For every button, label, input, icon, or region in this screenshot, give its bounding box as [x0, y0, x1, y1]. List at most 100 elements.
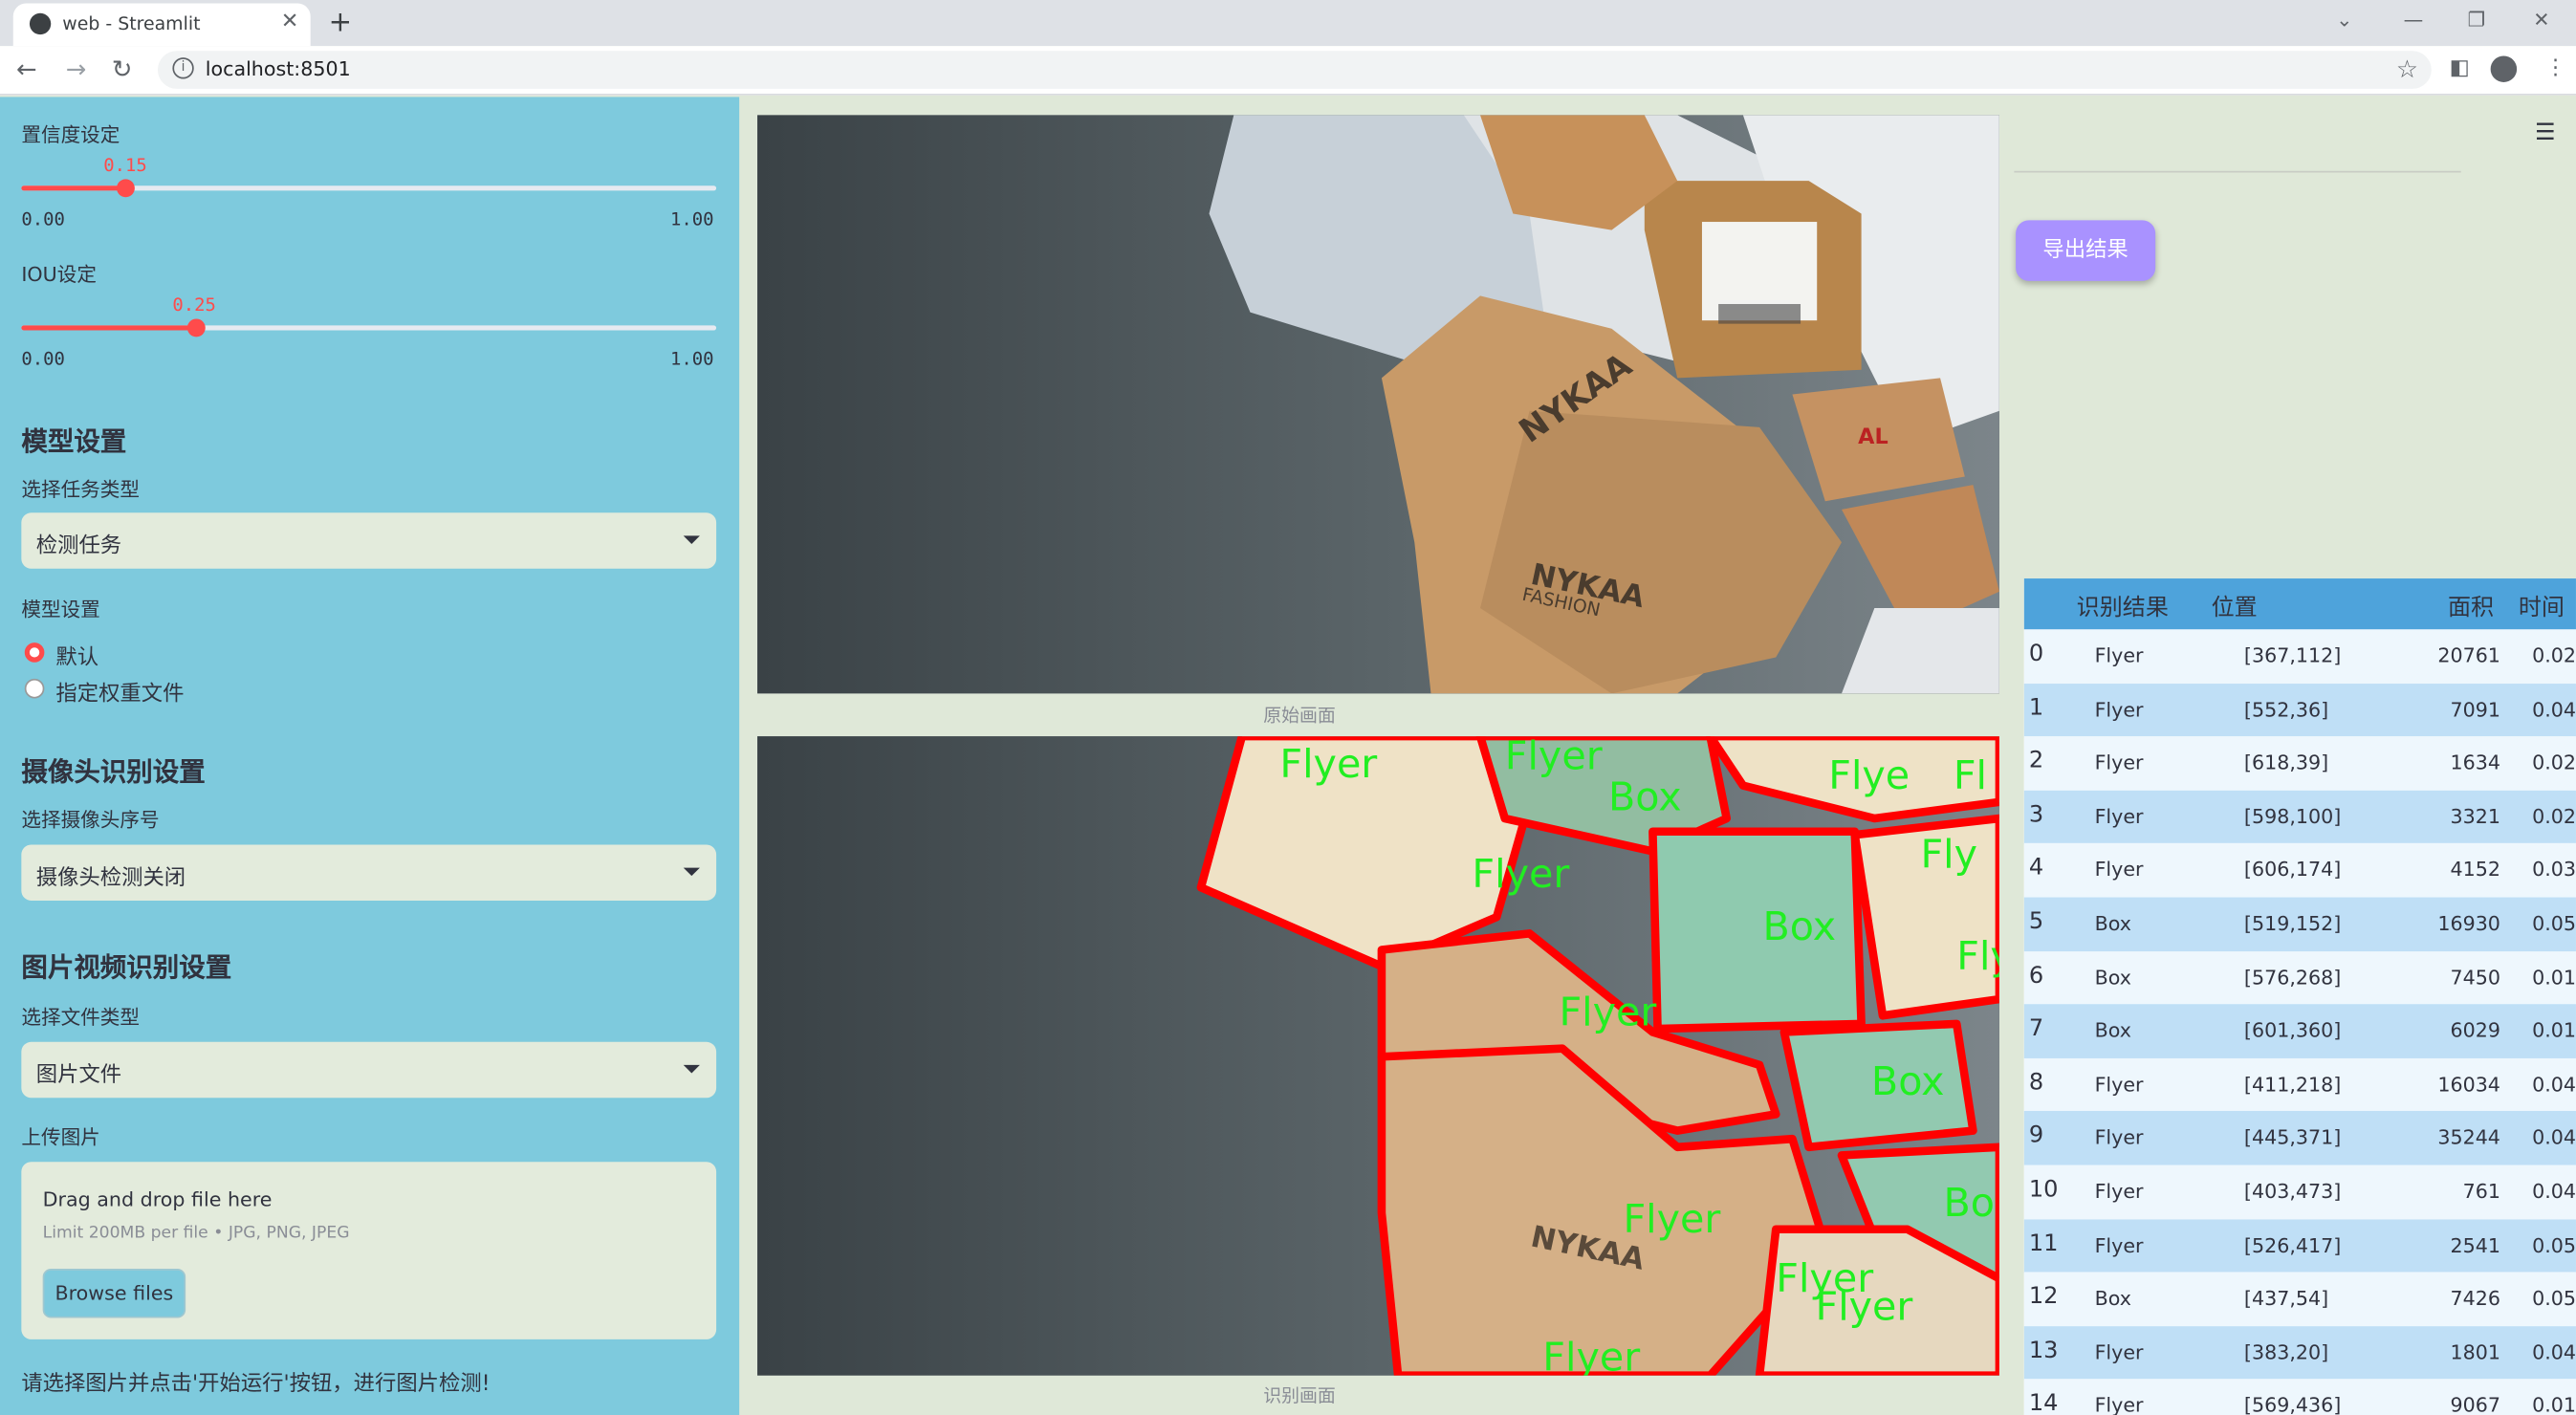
confidence-max: 1.00 — [669, 208, 714, 230]
cell-result: Flyer — [2094, 751, 2144, 774]
cell-position: [411,218] — [2243, 1073, 2342, 1097]
minimize-icon[interactable]: — — [2404, 9, 2424, 32]
cell-index: 6 — [2028, 962, 2044, 990]
camera-select-value: 摄像头检测关闭 — [35, 865, 186, 891]
radio-default[interactable] — [24, 642, 45, 663]
table-row[interactable]: 5 Box [519,152] 16930 0.05 — [2023, 897, 2576, 952]
reload-icon[interactable]: ↻ — [112, 54, 133, 84]
original-image: NYKAA NYKAA FASHION AL — [757, 115, 1999, 694]
cell-position: [601,360] — [2243, 1019, 2342, 1043]
table-row[interactable]: 2 Flyer [618,39] 1634 0.02 — [2023, 736, 2576, 792]
media-section-title: 图片视频识别设置 — [21, 951, 232, 983]
table-row[interactable]: 4 Flyer [606,174] 4152 0.03 — [2023, 843, 2576, 899]
cell-area: 16034 — [2437, 1073, 2500, 1097]
results-table[interactable]: 识别结果 位置 面积 时间 0 Flyer [367,112] 20761 0.02 1 F… — [2023, 578, 2576, 1415]
cell-time: 0.04 — [2532, 1126, 2576, 1150]
cell-position: [552,36] — [2243, 697, 2329, 721]
iou-slider-thumb[interactable] — [186, 318, 206, 337]
star-icon[interactable]: ☆ — [2396, 54, 2418, 84]
confidence-label: 置信度设定 — [21, 122, 120, 146]
file-type-select[interactable]: 图片文件 — [21, 1041, 717, 1099]
cell-result: Flyer — [2094, 1073, 2144, 1097]
detection-label-2: Flyer — [1505, 736, 1603, 778]
upload-label: 上传图片 — [21, 1125, 100, 1149]
cell-time: 0.04 — [2532, 1073, 2576, 1097]
cell-area: 1801 — [2450, 1340, 2500, 1364]
instruction-text: 请选择图片并点击'开始运行'按钮，进行图片检测! — [21, 1372, 491, 1398]
chevron-down-icon[interactable]: ⌄ — [2336, 9, 2352, 32]
back-arrow-icon[interactable]: ← — [16, 54, 37, 84]
radio-default-label[interactable]: 默认 — [55, 640, 98, 671]
task-type-select[interactable]: 检测任务 — [21, 512, 717, 569]
cell-area: 761 — [2462, 1180, 2500, 1204]
export-results-button[interactable]: 导出结果 — [2016, 220, 2156, 281]
table-row[interactable]: 13 Flyer [383,20] 1801 0.04 — [2023, 1325, 2576, 1381]
cell-position: [445,371] — [2243, 1126, 2342, 1150]
cell-time: 0.01 — [2532, 1019, 2576, 1043]
iou-slider-fill — [21, 325, 196, 331]
window-close-icon[interactable]: ✕ — [2533, 9, 2549, 32]
restore-icon[interactable]: ❐ — [2468, 9, 2485, 32]
radio-custom-weights[interactable] — [24, 678, 45, 699]
plus-icon[interactable]: + — [329, 7, 352, 39]
forward-arrow-icon[interactable]: → — [66, 54, 87, 84]
sidepanel-icon[interactable]: ◧ — [2450, 55, 2470, 80]
table-row[interactable]: 1 Flyer [552,36] 7091 0.04 — [2023, 683, 2576, 738]
table-header: 识别结果 位置 面积 时间 — [2023, 578, 2576, 630]
iou-max: 1.00 — [669, 348, 714, 370]
close-icon[interactable]: ✕ — [281, 10, 299, 34]
detection-label-3: Box — [1608, 773, 1682, 819]
dropzone-limit: Limit 200MB per file • JPG, PNG, JPEG — [42, 1224, 350, 1243]
browse-files-button[interactable]: Browse files — [42, 1268, 186, 1318]
cell-result: Box — [2094, 966, 2131, 990]
cell-index: 10 — [2028, 1176, 2059, 1204]
cell-time: 0.04 — [2532, 1340, 2576, 1364]
header-area: 面积 — [2447, 595, 2495, 621]
cell-position: [519,152] — [2243, 911, 2342, 936]
confidence-value: 0.15 — [103, 154, 147, 176]
radio-custom-weights-label[interactable]: 指定权重文件 — [55, 675, 184, 707]
cell-position: [618,39] — [2243, 751, 2329, 774]
cell-area: 16930 — [2437, 911, 2500, 936]
cell-index: 13 — [2028, 1337, 2059, 1364]
table-row[interactable]: 8 Flyer [411,218] 16034 0.04 — [2023, 1057, 2576, 1113]
iou-slider[interactable] — [21, 318, 717, 337]
cell-result: Flyer — [2094, 1233, 2144, 1257]
file-dropzone[interactable]: Drag and drop file here Limit 200MB per … — [21, 1162, 717, 1339]
cell-area: 7450 — [2450, 966, 2500, 990]
table-row[interactable]: 12 Box [437,54] 7426 0.05 — [2023, 1272, 2576, 1327]
camera-select[interactable]: 摄像头检测关闭 — [21, 844, 717, 901]
cell-area: 20761 — [2437, 643, 2500, 667]
browser-tab-bar: web - Streamlit ✕ + ⌄ — ❐ ✕ — [0, 0, 2576, 47]
browser-tab[interactable]: web - Streamlit ✕ — [12, 3, 311, 47]
cell-time: 0.01 — [2532, 966, 2576, 990]
info-icon[interactable]: i — [172, 57, 194, 79]
table-row[interactable]: 3 Flyer [598,100] 3321 0.02 — [2023, 790, 2576, 845]
table-row[interactable]: 6 Box [576,268] 7450 0.01 — [2023, 950, 2576, 1006]
hamburger-menu-icon[interactable]: ☰ — [2535, 120, 2556, 146]
confidence-slider-thumb[interactable] — [116, 179, 135, 198]
cell-position: [403,473] — [2243, 1180, 2342, 1204]
cell-time: 0.01 — [2532, 1394, 2576, 1415]
cell-position: [437,54] — [2243, 1287, 2329, 1311]
profile-icon[interactable] — [2490, 55, 2518, 82]
detection-label-10: Flyer — [1559, 990, 1656, 1035]
table-row[interactable]: 7 Box [601,360] 6029 0.01 — [2023, 1004, 2576, 1059]
cell-position: [606,174] — [2243, 858, 2342, 882]
url-field[interactable]: i localhost:8501 ☆ — [157, 51, 2432, 89]
menu-dots-icon[interactable]: ⋮ — [2544, 55, 2565, 80]
confidence-slider-fill — [21, 185, 125, 191]
table-row[interactable]: 10 Flyer [403,473] 761 0.04 — [2023, 1165, 2576, 1220]
confidence-slider[interactable] — [21, 179, 717, 198]
table-row[interactable]: 14 Flyer [569,436] 9067 0.01 — [2023, 1379, 2576, 1415]
divider — [2014, 170, 2461, 173]
dropzone-title: Drag and drop file here — [42, 1187, 273, 1211]
table-row[interactable]: 0 Flyer [367,112] 20761 0.02 — [2023, 629, 2576, 685]
detection-label-7: Fly — [1920, 832, 1977, 878]
confidence-min: 0.00 — [21, 208, 65, 230]
cell-position: [569,436] — [2243, 1394, 2342, 1415]
table-row[interactable]: 9 Flyer [445,371] 35244 0.04 — [2023, 1111, 2576, 1166]
cell-index: 11 — [2028, 1230, 2059, 1257]
table-row[interactable]: 11 Flyer [526,417] 2541 0.05 — [2023, 1218, 2576, 1274]
cell-area: 6029 — [2450, 1019, 2500, 1043]
